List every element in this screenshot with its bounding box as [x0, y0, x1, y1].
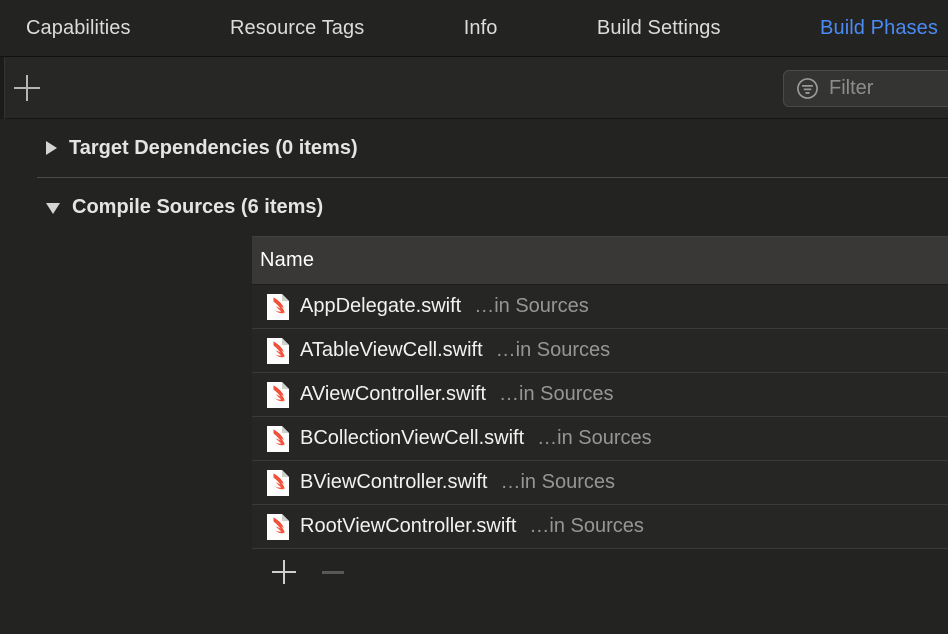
filter-input-placeholder[interactable]: Filter: [829, 77, 873, 100]
table-header-row: Name: [252, 237, 948, 285]
swift-file-icon: [267, 513, 289, 540]
file-name: AViewController.swift: [300, 383, 486, 405]
phase-title-target-dependencies: Target Dependencies (0 items): [69, 136, 358, 159]
remove-file-button[interactable]: [322, 560, 346, 584]
target-editor-tabbar: Capabilities Resource Tags Info Build Se…: [0, 0, 948, 57]
minus-icon: [322, 571, 344, 574]
phase-target-dependencies: Target Dependencies (0 items): [0, 119, 948, 178]
swift-file-icon: [267, 293, 289, 320]
phase-header-target-dependencies[interactable]: Target Dependencies (0 items): [0, 119, 948, 177]
column-header-name[interactable]: Name: [260, 249, 314, 272]
file-name: BViewController.swift: [300, 471, 488, 493]
file-name: ATableViewCell.swift: [300, 339, 483, 361]
file-location: …in Sources: [495, 339, 611, 361]
file-location: …in Sources: [537, 427, 652, 449]
triangle-right-icon[interactable]: [46, 141, 57, 155]
tab-info[interactable]: Info: [464, 17, 498, 40]
phase-header-compile-sources[interactable]: Compile Sources (6 items): [0, 178, 948, 236]
add-file-button[interactable]: [272, 560, 296, 584]
plus-icon-stem: [283, 560, 285, 584]
file-location: …in Sources: [529, 515, 644, 537]
file-name: RootViewController.swift: [300, 515, 517, 537]
pane-left-edge: [0, 57, 5, 119]
phase-compile-sources: Compile Sources (6 items) Name AppDelega…: [0, 178, 948, 595]
xcode-build-phases-pane: Capabilities Resource Tags Info Build Se…: [0, 0, 948, 634]
triangle-down-icon[interactable]: [46, 203, 60, 214]
swift-file-icon: [267, 381, 289, 408]
file-location: …in Sources: [500, 471, 615, 493]
table-row[interactable]: BCollectionViewCell.swift …in Sources: [252, 417, 948, 461]
swift-file-icon: [267, 469, 289, 496]
tab-capabilities[interactable]: Capabilities: [26, 17, 131, 40]
file-location: …in Sources: [499, 383, 614, 405]
phase-title-compile-sources: Compile Sources (6 items): [72, 195, 324, 218]
table-row[interactable]: AppDelegate.swift …in Sources: [252, 285, 948, 329]
filter-field[interactable]: Filter: [783, 70, 948, 107]
plus-icon-stem: [26, 75, 28, 101]
file-location: …in Sources: [474, 295, 589, 317]
compile-sources-table: Name AppDelegate.swift …in Sources ATabl…: [252, 236, 948, 549]
build-phases-list: Target Dependencies (0 items) Compile So…: [0, 119, 948, 634]
swift-file-icon: [267, 337, 289, 364]
tab-build-phases[interactable]: Build Phases: [820, 17, 938, 40]
file-name: BCollectionViewCell.swift: [300, 427, 525, 449]
table-row[interactable]: AViewController.swift …in Sources: [252, 373, 948, 417]
table-row[interactable]: ATableViewCell.swift …in Sources: [252, 329, 948, 373]
swift-file-icon: [267, 425, 289, 452]
add-build-phase-button[interactable]: [14, 75, 40, 101]
compile-sources-footer: [252, 549, 948, 595]
table-row[interactable]: BViewController.swift …in Sources: [252, 461, 948, 505]
file-name: AppDelegate.swift: [300, 295, 462, 317]
table-row[interactable]: RootViewController.swift …in Sources: [252, 505, 948, 549]
tab-resource-tags[interactable]: Resource Tags: [230, 17, 364, 40]
tab-build-settings[interactable]: Build Settings: [597, 17, 721, 40]
filter-circle-icon: [797, 78, 818, 99]
